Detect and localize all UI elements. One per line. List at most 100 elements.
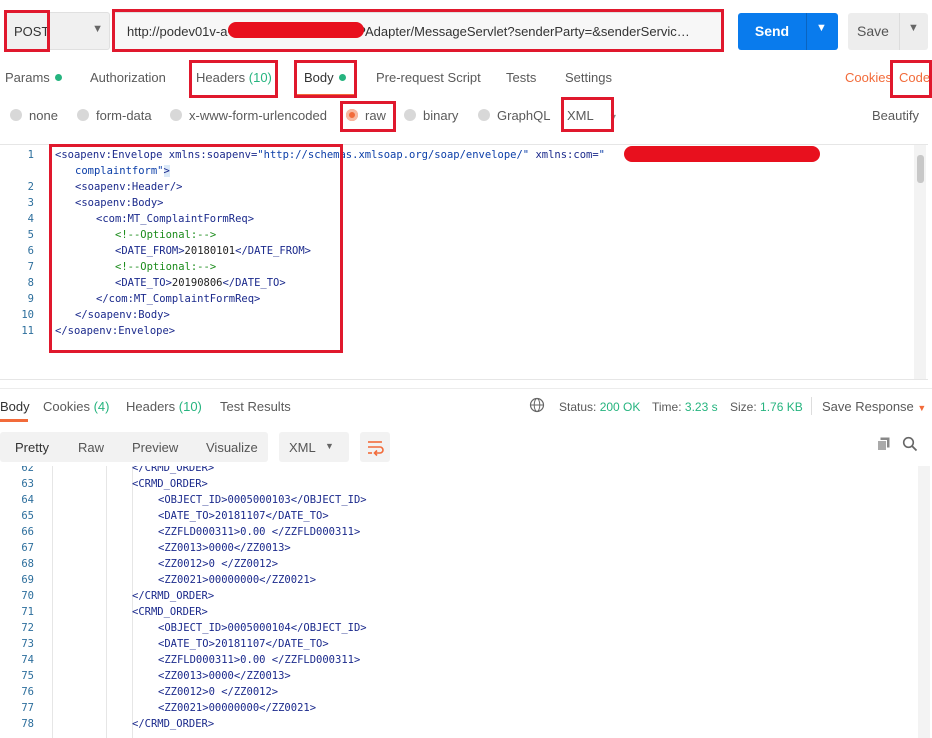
tab-params[interactable]: Params xyxy=(5,70,62,85)
beautify-link[interactable]: Beautify xyxy=(872,108,919,123)
tab-settings[interactable]: Settings xyxy=(565,70,612,85)
radio-none[interactable]: none xyxy=(10,108,58,123)
code-line-1-wrap: complaintform"> xyxy=(75,165,170,177)
code-token: 20180101 xyxy=(184,245,236,257)
tab-headers[interactable]: Headers (10) xyxy=(196,70,272,85)
editor-scrollbar-thumb[interactable] xyxy=(917,155,924,183)
response-tab-test-results-label: Test Results xyxy=(220,399,291,414)
divider xyxy=(806,13,807,50)
response-scrollbar-track xyxy=(918,466,930,738)
code-token: "http://schemas.xmlsoap.org/soap/envelop… xyxy=(257,149,530,161)
code-token: complaintform" xyxy=(75,165,164,177)
line-number: 75 xyxy=(21,670,34,682)
radio-circle xyxy=(478,109,490,121)
radio-circle xyxy=(10,109,22,121)
line-number: 5 xyxy=(27,229,34,241)
response-code-line: <CRMD_ORDER> xyxy=(132,478,208,490)
code-link-label: Code xyxy=(899,70,931,85)
line-number: 10 xyxy=(21,309,34,321)
code-line-3: <soapenv:Body> xyxy=(75,197,164,209)
tab-body[interactable]: Body xyxy=(304,70,346,85)
time-label: Time: xyxy=(652,400,682,414)
cookies-count: (4) xyxy=(93,399,110,414)
line-number: 9 xyxy=(27,293,34,305)
response-code-line: <ZZ0012>0 </ZZ0012> xyxy=(158,558,279,570)
divider xyxy=(811,397,812,415)
save-options-chevron-icon[interactable]: ▼ xyxy=(908,22,919,34)
line-number: 77 xyxy=(21,702,34,714)
cookies-link-label: Cookies xyxy=(845,70,892,85)
save-button[interactable]: Save ▼ xyxy=(848,13,928,50)
response-code-line: <ZZFLD000311>0.00 </ZZFLD000311> xyxy=(158,526,361,538)
line-number: 11 xyxy=(21,325,34,337)
response-code-line: <ZZ0021>00000000</ZZ0021> xyxy=(158,702,317,714)
code-line-8: <DATE_TO>20190806</DATE_TO> xyxy=(115,277,286,289)
format-select[interactable]: XML ▼ xyxy=(567,108,618,123)
copy-icon[interactable] xyxy=(876,436,892,455)
method-select[interactable]: POST ▼ xyxy=(4,12,110,50)
view-preview[interactable]: Preview xyxy=(132,440,178,455)
line-number: 6 xyxy=(27,245,34,257)
code-token: </DATE_TO> xyxy=(222,277,286,289)
chevron-down-icon: ▼ xyxy=(92,23,103,35)
tab-tests-label: Tests xyxy=(506,70,537,85)
time-value: 3.23 s xyxy=(684,400,718,414)
code-token: </DATE_FROM> xyxy=(235,245,311,257)
status-info: Status: 200 OK xyxy=(559,400,640,414)
response-format-select[interactable]: XML ▼ xyxy=(279,432,349,462)
response-tab-test-results[interactable]: Test Results xyxy=(220,399,291,414)
response-body-viewer[interactable]: 62 </CRMD_ORDER> 63 <CRMD_ORDER> 64 <OBJECT_I… xyxy=(0,466,916,738)
response-format-value: XML xyxy=(289,440,316,455)
radio-raw[interactable]: raw xyxy=(346,108,386,123)
view-raw[interactable]: Raw xyxy=(78,440,104,455)
send-label: Send xyxy=(754,23,790,39)
line-number: 76 xyxy=(21,686,34,698)
response-code-line: <ZZFLD000311>0.00 </ZZFLD000311> xyxy=(158,654,361,666)
radio-graphql[interactable]: GraphQL xyxy=(478,108,550,123)
radio-form-data[interactable]: form-data xyxy=(77,108,152,123)
response-tab-headers[interactable]: Headers (10) xyxy=(126,399,202,414)
line-number: 4 xyxy=(27,213,34,225)
response-tab-body[interactable]: Body xyxy=(0,399,30,414)
save-response-button[interactable]: Save Response ▼ xyxy=(822,399,926,414)
line-number: 71 xyxy=(21,606,34,618)
save-response-label: Save Response xyxy=(822,399,914,414)
tab-prerequest-label: Pre-request Script xyxy=(376,70,481,85)
globe-icon[interactable] xyxy=(529,397,545,416)
active-tab-underline xyxy=(296,94,356,97)
code-link[interactable]: Code xyxy=(899,70,930,85)
tab-authorization[interactable]: Authorization xyxy=(90,70,166,85)
line-number: 64 xyxy=(21,494,34,506)
response-tab-cookies[interactable]: Cookies (4) xyxy=(43,399,109,414)
response-code-line: <ZZ0012>0 </ZZ0012> xyxy=(158,686,279,698)
radio-graphql-label: GraphQL xyxy=(497,108,551,123)
line-number: 78 xyxy=(21,718,34,730)
body-indicator-dot xyxy=(338,74,346,81)
response-tab-cookies-label: Cookies xyxy=(43,399,90,414)
divider xyxy=(899,13,900,50)
tab-params-label: Params xyxy=(5,70,50,85)
tab-prerequest-script[interactable]: Pre-request Script xyxy=(376,70,481,85)
tab-body-label: Body xyxy=(304,70,334,85)
line-number: 62 xyxy=(21,466,34,474)
tab-tests[interactable]: Tests xyxy=(506,70,536,85)
view-visualize[interactable]: Visualize xyxy=(206,440,258,455)
send-button[interactable]: Send ▼ xyxy=(738,13,838,50)
code-line-2: <soapenv:Header/> xyxy=(75,181,183,193)
size-value: 1.76 KB xyxy=(760,400,803,414)
url-input[interactable]: http://podev01v-a•••••••••••••••••••/XIS… xyxy=(112,12,724,50)
radio-binary[interactable]: binary xyxy=(404,108,458,123)
request-body-editor[interactable]: 1 2 3 4 5 6 7 8 9 10 11 <soapenv:Envelop… xyxy=(0,144,928,380)
tab-authorization-label: Authorization xyxy=(90,70,166,85)
radio-urlencoded[interactable]: x-www-form-urlencoded xyxy=(170,108,327,123)
radio-form-data-label: form-data xyxy=(96,108,152,123)
line-number: 74 xyxy=(21,654,34,666)
response-code-line: <OBJECT_ID>0005000103</OBJECT_ID> xyxy=(158,494,367,506)
line-number: 65 xyxy=(21,510,34,522)
wrap-lines-icon[interactable] xyxy=(360,432,390,462)
cookies-link[interactable]: Cookies xyxy=(845,70,892,85)
line-number: 8 xyxy=(27,277,34,289)
search-icon[interactable] xyxy=(902,436,918,455)
view-pretty[interactable]: Pretty xyxy=(15,440,49,455)
send-options-chevron-icon[interactable]: ▼ xyxy=(816,22,827,34)
